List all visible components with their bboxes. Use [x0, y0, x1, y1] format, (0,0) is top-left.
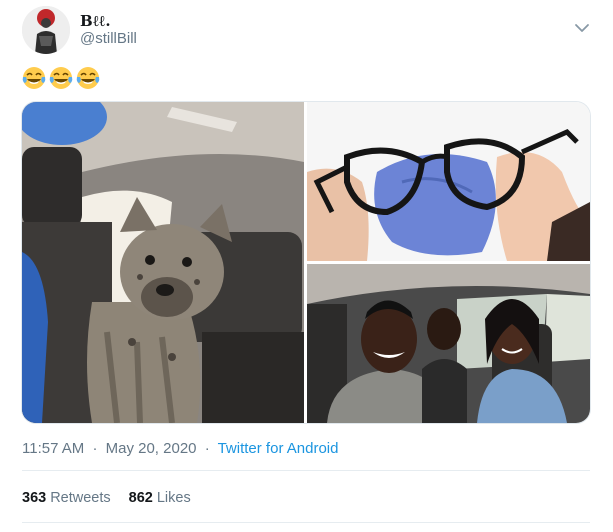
- likes-stat[interactable]: 862 Likes: [129, 490, 191, 506]
- retweets-count: 363: [22, 490, 47, 506]
- laughing-crying-emoji: [76, 67, 100, 89]
- chevron-down-icon[interactable]: [572, 20, 592, 36]
- media-photo-people[interactable]: [307, 264, 590, 423]
- tweet-date[interactable]: May 20, 2020: [106, 440, 197, 457]
- display-name[interactable]: Bℓℓ.: [80, 12, 111, 31]
- meta-separator: ·: [92, 440, 98, 457]
- divider: [22, 522, 590, 523]
- tweet-time[interactable]: 11:57 AM: [22, 440, 84, 457]
- likes-label: Likes: [156, 490, 191, 506]
- tweet-timestamp: 11:57 AM · May 20, 2020 · Twitter for An…: [22, 440, 338, 457]
- user-handle[interactable]: @stillBill: [80, 30, 137, 47]
- laughing-crying-emoji: [22, 67, 46, 89]
- retweets-stat[interactable]: 363 Retweets: [22, 490, 111, 506]
- tweet-text: [22, 66, 100, 90]
- media-grid: [22, 102, 590, 423]
- likes-count: 862: [128, 490, 153, 506]
- tweet-source-link[interactable]: Twitter for Android: [218, 440, 339, 457]
- divider: [22, 470, 590, 471]
- media-photo-glasses[interactable]: [307, 102, 590, 261]
- tweet-card: Bℓℓ. @stillBill 11:57 AM · May 20, 2020 …: [0, 0, 613, 532]
- media-photo-hyena[interactable]: [22, 102, 304, 423]
- retweets-label: Retweets: [50, 490, 111, 506]
- avatar[interactable]: [22, 6, 70, 54]
- tweet-stats: 363 Retweets 862 Likes: [22, 490, 191, 506]
- meta-separator: ·: [204, 440, 210, 457]
- laughing-crying-emoji: [49, 67, 73, 89]
